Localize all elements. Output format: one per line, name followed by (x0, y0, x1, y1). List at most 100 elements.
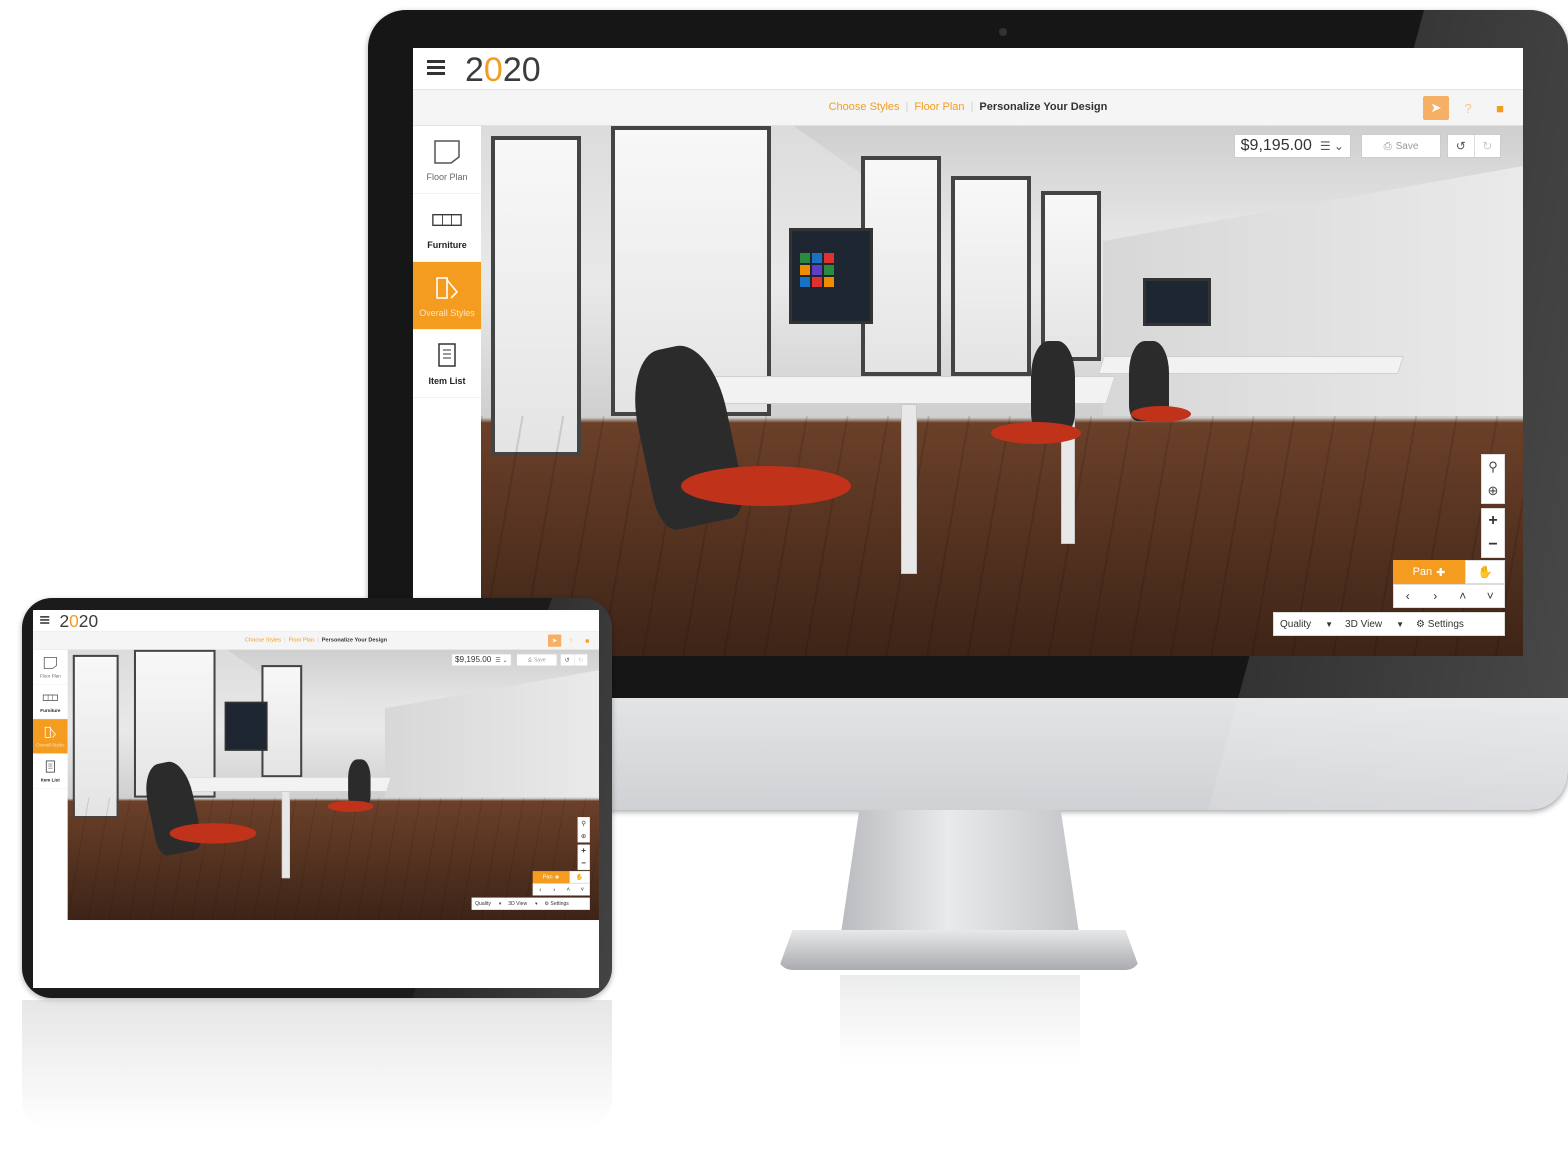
zoom-in-button[interactable]: + (578, 845, 589, 857)
floppy-icon: ⎙ (1383, 140, 1392, 152)
sidebar-item-item-list[interactable]: Item List (33, 754, 68, 789)
help-icon[interactable]: ? (1455, 96, 1481, 120)
map-pin-icon[interactable]: ⚲ (1482, 455, 1504, 479)
arrow-down-icon[interactable]: ˅ (1477, 585, 1505, 607)
floor-plan-icon (43, 656, 58, 670)
crosshair-icon[interactable]: ⊕ (578, 830, 589, 842)
undo-redo-group: ↺ ↻ (560, 653, 588, 667)
zoom-out-button[interactable]: − (578, 857, 589, 869)
display-screen (789, 228, 873, 324)
desk-leg (281, 791, 290, 879)
window (1041, 191, 1101, 361)
chair-seat (327, 800, 374, 812)
video-camera-icon[interactable]: ■ (1487, 96, 1513, 120)
zoom-out-button[interactable]: − (1482, 533, 1504, 557)
window (951, 176, 1031, 376)
3d-viewport[interactable]: $9,195.00 ☰ ⌄ ⎙ Save ↺ ↻ ⚲ ⊕ + − Pan ✚ ✋ ‹ (67, 649, 599, 921)
sidebar-item-furniture[interactable]: Furniture (413, 194, 481, 262)
arrow-right-icon[interactable]: › (1422, 585, 1450, 607)
pan-row: Pan ✚ ✋ (1393, 560, 1505, 584)
undo-icon[interactable]: ↺ (561, 654, 574, 665)
view-options-bar: Quality ▼ 3D View ▼ ⚙ Settings (1273, 612, 1505, 636)
monitor-stand-base (778, 930, 1140, 970)
hand-icon[interactable]: ✋ (1465, 560, 1505, 584)
arrow-right-icon[interactable]: › (547, 884, 561, 895)
step-personalize[interactable]: Personalize Your Design (322, 637, 387, 643)
sidebar-item-floor-plan[interactable]: Floor Plan (33, 650, 68, 685)
pan-button[interactable]: Pan ✚ (532, 871, 570, 884)
pan-button[interactable]: Pan ✚ (1393, 560, 1465, 584)
arrow-left-icon[interactable]: ‹ (1394, 585, 1422, 607)
price-display[interactable]: $9,195.00 ☰ ⌄ (1233, 134, 1351, 158)
paper-plane-icon[interactable]: ➤ (547, 634, 562, 647)
logo: 2020 (59, 611, 99, 631)
hamburger-menu-icon[interactable] (427, 60, 445, 76)
logo: 2020 (465, 51, 541, 89)
chair-seat (1131, 406, 1191, 422)
sidebar-item-item-list[interactable]: Item List (413, 330, 481, 398)
furniture-icon (42, 690, 58, 704)
crosshair-icon[interactable]: ⊕ (1482, 479, 1504, 503)
save-button[interactable]: ⎙ Save (1361, 134, 1441, 158)
list-document-icon (432, 342, 462, 370)
sidebar-item-overall-styles[interactable]: Overall Styles (413, 262, 481, 330)
quality-select[interactable]: Quality ▼ (472, 898, 505, 909)
sidebar: Floor Plan Furniture Overall Styles Item… (33, 649, 68, 921)
redo-icon[interactable]: ↻ (1473, 135, 1501, 157)
hand-icon[interactable]: ✋ (569, 871, 590, 884)
map-pin-icon[interactable]: ⚲ (578, 818, 589, 830)
view-options-bar: Quality ▼ 3D View ▼ ⚙ Settings (471, 897, 590, 910)
step-choose-styles[interactable]: Choose Styles (829, 101, 900, 113)
arrow-up-icon[interactable]: ˄ (561, 884, 575, 895)
list-dropdown-icon[interactable]: ☰ ⌄ (1320, 139, 1344, 153)
arrow-up-icon[interactable]: ˄ (1449, 585, 1477, 607)
chair-seat (169, 823, 257, 844)
step-personalize[interactable]: Personalize Your Design (979, 101, 1107, 113)
video-camera-icon[interactable]: ■ (581, 634, 594, 646)
sidebar-item-floor-plan[interactable]: Floor Plan (413, 126, 481, 194)
window (72, 654, 119, 819)
move-icon: ✚ (1436, 566, 1446, 579)
office-chair (1031, 341, 1075, 431)
monitor-stand-reflection (840, 975, 1080, 1065)
settings-button[interactable]: ⚙ Settings (1410, 613, 1470, 635)
caret-down-icon: ▼ (1396, 619, 1405, 629)
chair-seat (681, 466, 851, 506)
quality-select[interactable]: Quality ▼ (1274, 613, 1339, 635)
caret-down-icon: ▼ (534, 901, 539, 906)
swatch-icon (432, 274, 462, 302)
step-floor-plan[interactable]: Floor Plan (914, 101, 964, 113)
view-select[interactable]: 3D View ▼ (1339, 613, 1410, 635)
desktop-screen: 2020 Choose Styles | Floor Plan | Personaliz… (413, 48, 1523, 656)
webcam (999, 28, 1007, 36)
sidebar-item-overall-styles[interactable]: Overall Styles (33, 719, 68, 754)
price-display[interactable]: $9,195.00 ☰ ⌄ (451, 653, 512, 667)
arrow-controls: ‹ › ˄ ˅ (1393, 584, 1505, 608)
step-floor-plan[interactable]: Floor Plan (289, 637, 315, 643)
hamburger-menu-icon[interactable] (40, 616, 50, 624)
help-icon[interactable]: ? (564, 634, 577, 646)
undo-icon[interactable]: ↺ (1448, 135, 1474, 157)
location-controls: ⚲ ⊕ (577, 817, 590, 843)
chair-seat (991, 422, 1081, 444)
arrow-down-icon[interactable]: ˅ (575, 884, 589, 895)
undo-redo-group: ↺ ↻ (1447, 134, 1501, 158)
list-dropdown-icon[interactable]: ☰ ⌄ (495, 656, 507, 663)
tablet-screen: 2020 Choose Styles | Floor Plan | Personaliz… (33, 610, 599, 988)
zoom-in-button[interactable]: + (1482, 509, 1504, 533)
redo-icon[interactable]: ↻ (573, 654, 588, 666)
arrow-left-icon[interactable]: ‹ (533, 884, 547, 895)
pan-row: Pan ✚ ✋ (532, 871, 590, 884)
paper-plane-icon[interactable]: ➤ (1423, 96, 1449, 120)
app-window: 2020 Choose Styles | Floor Plan | Personaliz… (413, 48, 1523, 656)
floppy-icon: ⎙ (527, 657, 532, 663)
view-select[interactable]: 3D View ▼ (505, 898, 541, 909)
3d-viewport[interactable]: $9,195.00 ☰ ⌄ ⎙ Save ↺ ↻ ⚲ ⊕ + − Pan ✚ ✋ ‹ (481, 126, 1523, 656)
save-button[interactable]: ⎙ Save (516, 653, 558, 667)
sidebar-item-furniture[interactable]: Furniture (33, 684, 68, 720)
list-document-icon (43, 760, 58, 774)
gear-icon: ⚙ (1416, 618, 1425, 630)
tablet-reflection (22, 1000, 612, 1130)
step-choose-styles[interactable]: Choose Styles (245, 637, 281, 643)
settings-button[interactable]: ⚙ Settings (541, 898, 572, 909)
